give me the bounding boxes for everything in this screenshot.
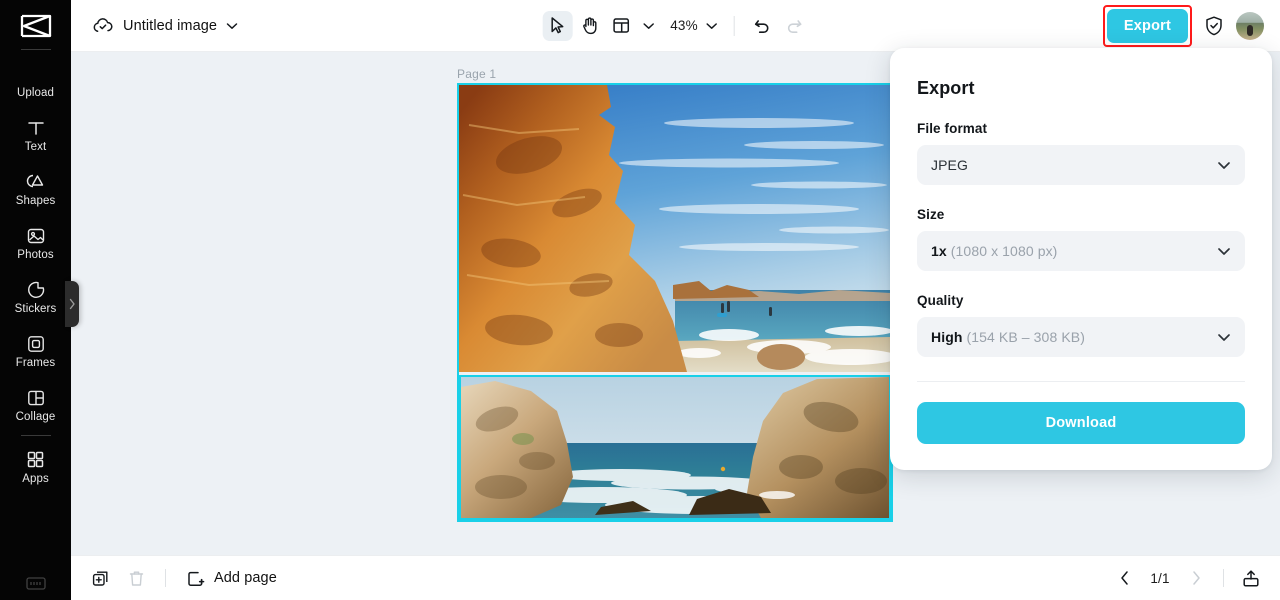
file-format-label: File format bbox=[917, 121, 988, 136]
quality-select[interactable]: High (154 KB – 308 KB) bbox=[917, 317, 1245, 357]
user-avatar[interactable] bbox=[1236, 11, 1264, 40]
chevron-down-icon[interactable] bbox=[226, 22, 238, 30]
sidebar-item-stickers[interactable]: Stickers bbox=[0, 270, 71, 324]
size-value: 1x bbox=[931, 243, 947, 259]
export-panel: Export File format JPEG Size 1x (1080 x … bbox=[890, 48, 1272, 470]
page-label: Page 1 bbox=[457, 67, 497, 81]
quality-label: Quality bbox=[917, 293, 964, 308]
keyboard-shortcuts-icon[interactable] bbox=[25, 574, 47, 592]
export-panel-title: Export bbox=[917, 78, 975, 98]
quality-value-group: High (154 KB – 308 KB) bbox=[931, 329, 1085, 345]
left-sidebar: Upload Text Shapes Photos Stickers Frame… bbox=[0, 0, 71, 600]
bottombar-divider-right bbox=[1223, 569, 1224, 587]
sidebar-item-label: Photos bbox=[17, 248, 54, 261]
add-page-icon bbox=[186, 569, 205, 588]
chevron-down-icon bbox=[1217, 333, 1231, 342]
shield-check-icon[interactable] bbox=[1204, 15, 1224, 37]
stickers-icon bbox=[26, 279, 46, 301]
quality-value: High bbox=[931, 329, 963, 345]
page-canvas[interactable] bbox=[457, 83, 893, 522]
add-page-label: Add page bbox=[214, 570, 277, 586]
bottom-toolbar: Add page 1/1 bbox=[71, 555, 1280, 600]
sidebar-item-collage[interactable]: Collage bbox=[0, 378, 71, 432]
sidebar-item-apps[interactable]: Apps bbox=[0, 440, 71, 494]
sidebar-item-frames[interactable]: Frames bbox=[0, 324, 71, 378]
pan-tool-button[interactable] bbox=[574, 11, 604, 41]
topbar-actions: Export bbox=[1102, 4, 1264, 47]
resize-chevron-down-icon[interactable] bbox=[638, 12, 658, 40]
sidebar-item-photos[interactable]: Photos bbox=[0, 216, 71, 270]
text-icon bbox=[26, 117, 46, 139]
redo-button bbox=[779, 11, 809, 41]
top-toolbar: Untitled image 43% Export bbox=[71, 0, 1280, 52]
export-tray-icon[interactable] bbox=[1236, 563, 1266, 593]
chevron-down-icon bbox=[1217, 161, 1231, 170]
image-editor-app: Upload Text Shapes Photos Stickers Frame… bbox=[0, 0, 1280, 600]
undo-button[interactable] bbox=[747, 11, 777, 41]
download-button[interactable]: Download bbox=[917, 402, 1245, 444]
duplicate-page-icon[interactable] bbox=[85, 563, 115, 593]
sidebar-divider-top bbox=[20, 49, 51, 50]
quality-detail: (154 KB – 308 KB) bbox=[966, 329, 1085, 345]
sidebar-item-label: Shapes bbox=[15, 194, 56, 207]
zoom-level-value[interactable]: 43% bbox=[660, 18, 700, 33]
file-format-value: JPEG bbox=[931, 157, 968, 173]
sidebar-collapse-handle[interactable] bbox=[65, 281, 79, 327]
cloud-saved-icon bbox=[92, 17, 114, 35]
size-select[interactable]: 1x (1080 x 1080 px) bbox=[917, 231, 1245, 271]
next-page-button bbox=[1181, 563, 1211, 593]
sidebar-bottom bbox=[0, 574, 71, 592]
document-title: Untitled image bbox=[123, 17, 218, 34]
sidebar-item-label: Stickers bbox=[14, 302, 57, 315]
app-logo-icon[interactable] bbox=[14, 10, 58, 42]
canvas-tools: 43% bbox=[542, 10, 809, 41]
collage-icon bbox=[26, 387, 46, 409]
sidebar-item-label: Frames bbox=[15, 356, 56, 369]
sidebar-item-text[interactable]: Text bbox=[0, 108, 71, 162]
resize-tool-button[interactable] bbox=[606, 11, 636, 41]
export-button-wrapper: Export bbox=[1102, 4, 1192, 47]
sidebar-item-label: Upload bbox=[16, 86, 55, 99]
add-page-button[interactable]: Add page bbox=[180, 565, 283, 592]
document-title-group[interactable]: Untitled image bbox=[71, 17, 238, 35]
sidebar-item-upload[interactable]: Upload bbox=[0, 54, 71, 108]
sidebar-divider-bottom bbox=[20, 435, 51, 436]
file-format-select[interactable]: JPEG bbox=[917, 145, 1245, 185]
frames-icon bbox=[26, 333, 46, 355]
shapes-icon bbox=[25, 171, 46, 193]
sidebar-item-label: Apps bbox=[22, 472, 49, 485]
photos-icon bbox=[26, 225, 46, 247]
prev-page-button[interactable] bbox=[1109, 563, 1139, 593]
beach-cliff-photo[interactable] bbox=[459, 85, 891, 372]
chevron-down-icon bbox=[1217, 247, 1231, 256]
size-detail: (1080 x 1080 px) bbox=[950, 243, 1058, 259]
toolbar-divider bbox=[733, 15, 735, 36]
delete-page-icon bbox=[121, 563, 151, 593]
select-tool-button[interactable] bbox=[542, 10, 573, 41]
page-navigation: 1/1 bbox=[1109, 563, 1266, 593]
size-value-group: 1x (1080 x 1080 px) bbox=[931, 243, 1057, 259]
export-panel-divider bbox=[917, 381, 1245, 382]
sidebar-item-label: Collage bbox=[15, 410, 56, 423]
export-button[interactable]: Export bbox=[1106, 8, 1188, 43]
size-label: Size bbox=[917, 207, 945, 222]
bottombar-divider bbox=[165, 569, 166, 587]
page-actions: Add page bbox=[71, 563, 283, 593]
page-indicator: 1/1 bbox=[1150, 570, 1170, 586]
apps-icon bbox=[26, 449, 45, 471]
rocky-shore-photo[interactable] bbox=[459, 375, 891, 520]
sidebar-item-label: Text bbox=[24, 140, 47, 153]
sidebar-item-shapes[interactable]: Shapes bbox=[0, 162, 71, 216]
zoom-chevron-down-icon[interactable] bbox=[702, 12, 722, 40]
